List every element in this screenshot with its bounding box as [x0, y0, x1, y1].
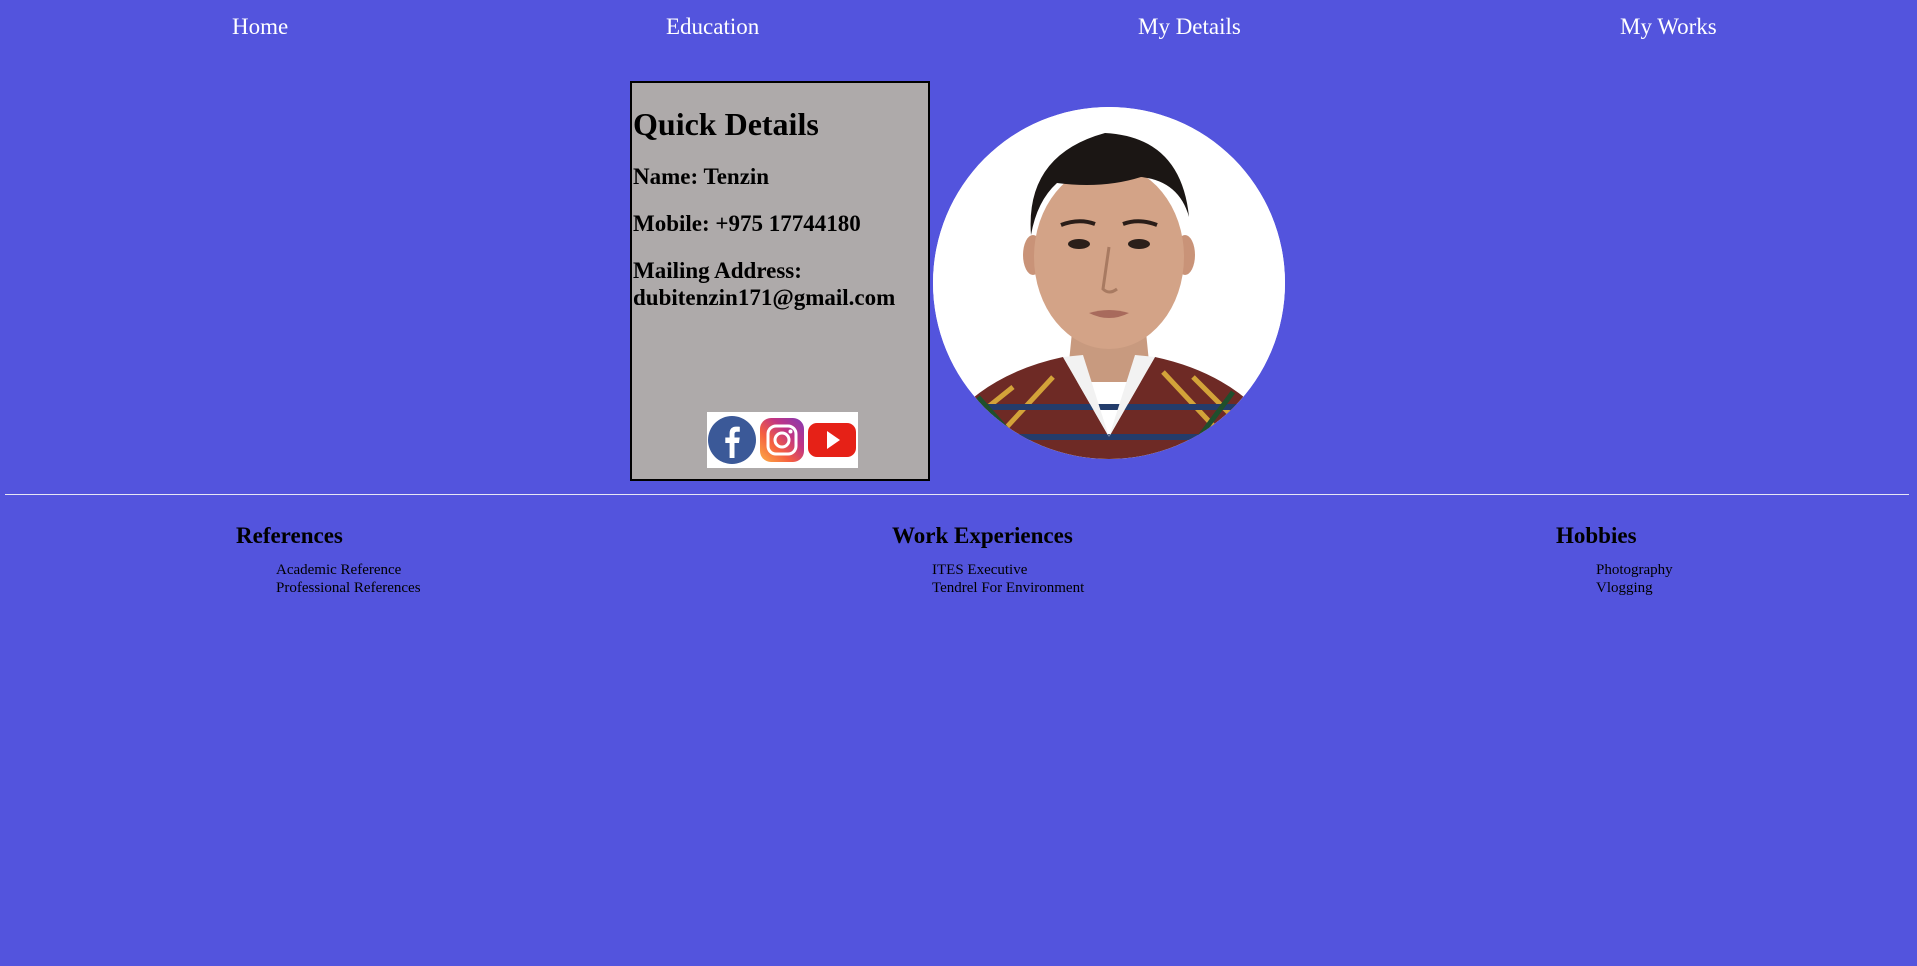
references-section: References Academic Reference Profession… [236, 520, 421, 597]
mailing-address-label: Mailing Address: [633, 258, 802, 283]
hobbies-section: Hobbies Photography Vlogging [1556, 520, 1673, 597]
section-divider [5, 494, 1909, 495]
profile-photo [933, 107, 1285, 459]
list-item: Vlogging [1596, 580, 1653, 596]
top-nav: Home Education My Details My Works [0, 0, 1917, 54]
list-item: Tendrel For Environment [932, 580, 1085, 596]
work-experiences-heading: Work Experiences [892, 523, 1073, 548]
hobbies-list: Photography Vlogging [1596, 561, 1673, 597]
facebook-icon[interactable] [707, 414, 757, 466]
social-links [707, 412, 858, 468]
nav-my-works-link[interactable]: My Works [1620, 13, 1717, 41]
list-item: Academic Reference [276, 562, 402, 578]
nav-my-details-link[interactable]: My Details [1138, 13, 1241, 41]
list-item: Photography [1596, 562, 1673, 578]
instagram-icon[interactable] [757, 414, 807, 466]
work-experiences-list: ITES Executive Tendrel For Environment [932, 561, 1084, 597]
nav-home-link[interactable]: Home [232, 13, 288, 41]
nav-education-link[interactable]: Education [666, 13, 759, 41]
person-avatar-icon [933, 107, 1285, 459]
mailing-address-email: dubitenzin171@gmail.com [633, 285, 896, 310]
work-experiences-section: Work Experiences ITES Executive Tendrel … [892, 520, 1084, 597]
quick-details-card: Quick Details Name: Tenzin Mobile: +975 … [630, 81, 930, 481]
youtube-icon[interactable] [807, 414, 857, 466]
quick-details-title: Quick Details [633, 106, 819, 142]
references-heading: References [236, 523, 343, 548]
references-list: Academic Reference Professional Referenc… [276, 561, 421, 597]
list-item: ITES Executive [932, 562, 1028, 578]
mobile-text: Mobile: +975 17744180 [633, 211, 861, 236]
name-text: Name: Tenzin [633, 164, 770, 189]
hobbies-heading: Hobbies [1556, 523, 1637, 548]
list-item: Professional References [276, 580, 421, 596]
